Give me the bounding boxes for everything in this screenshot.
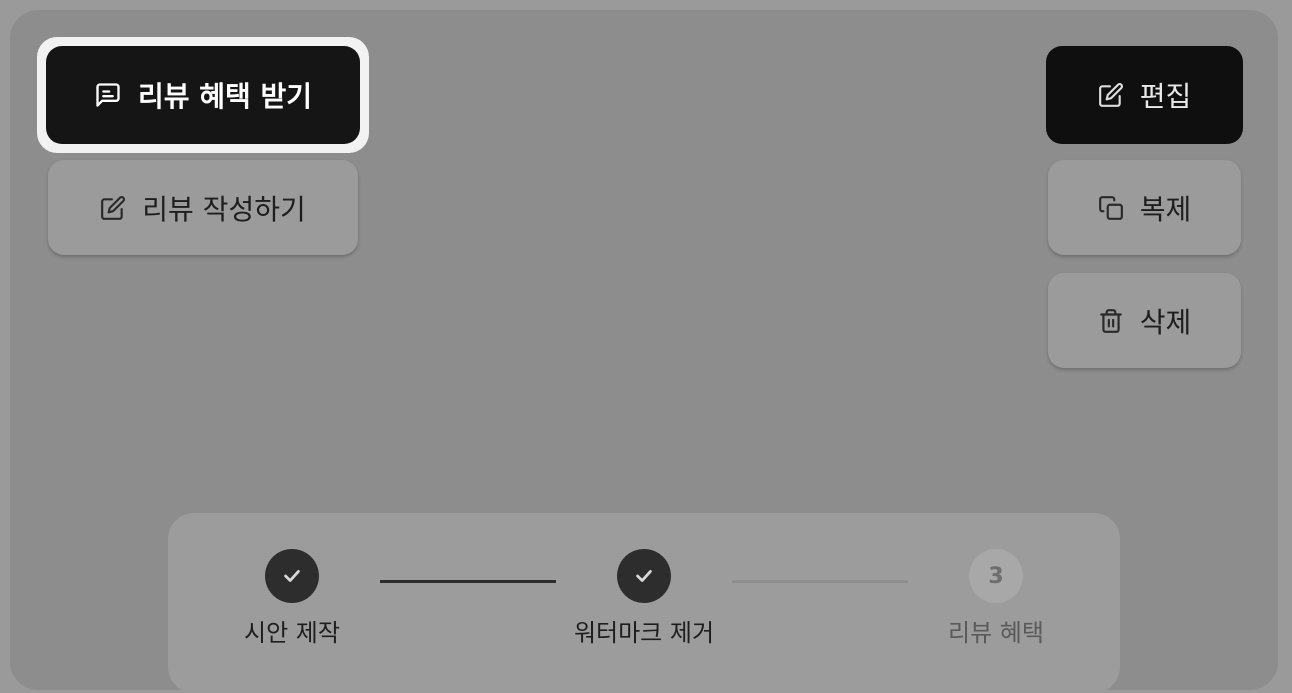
duplicate-button[interactable]: 복제 (1048, 160, 1241, 255)
pencil-square-icon (1098, 82, 1124, 108)
delete-button[interactable]: 삭제 (1048, 273, 1241, 368)
duplicate-label: 복제 (1139, 192, 1192, 226)
step-3-number: 3 (969, 549, 1023, 603)
edit-label: 편집 (1139, 80, 1192, 113)
step-2-label: 워터마크 제거 (573, 619, 715, 647)
step-connector-1 (380, 580, 556, 583)
review-benefit-label: 리뷰 혜택 받기 (137, 80, 313, 113)
trash-icon (1098, 308, 1124, 334)
write-review-button[interactable]: 리뷰 작성하기 (48, 160, 358, 255)
delete-label: 삭제 (1139, 305, 1192, 339)
copy-icon (1098, 195, 1124, 221)
progress-stepper: 시안 제작 워터마크 제거 3 리뷰 혜택 (168, 513, 1120, 693)
review-benefit-button[interactable]: 리뷰 혜택 받기 (46, 46, 360, 144)
step-1-check-icon (265, 549, 319, 603)
message-square-text-icon (94, 81, 122, 109)
edit-button[interactable]: 편집 (1046, 46, 1243, 144)
step-1-label: 시안 제작 (244, 619, 340, 647)
pencil-square-icon (100, 195, 126, 221)
step-connector-2 (732, 580, 908, 583)
write-review-label: 리뷰 작성하기 (142, 192, 306, 226)
step-2-check-icon (617, 549, 671, 603)
step-3-label: 리뷰 혜택 (948, 619, 1044, 647)
